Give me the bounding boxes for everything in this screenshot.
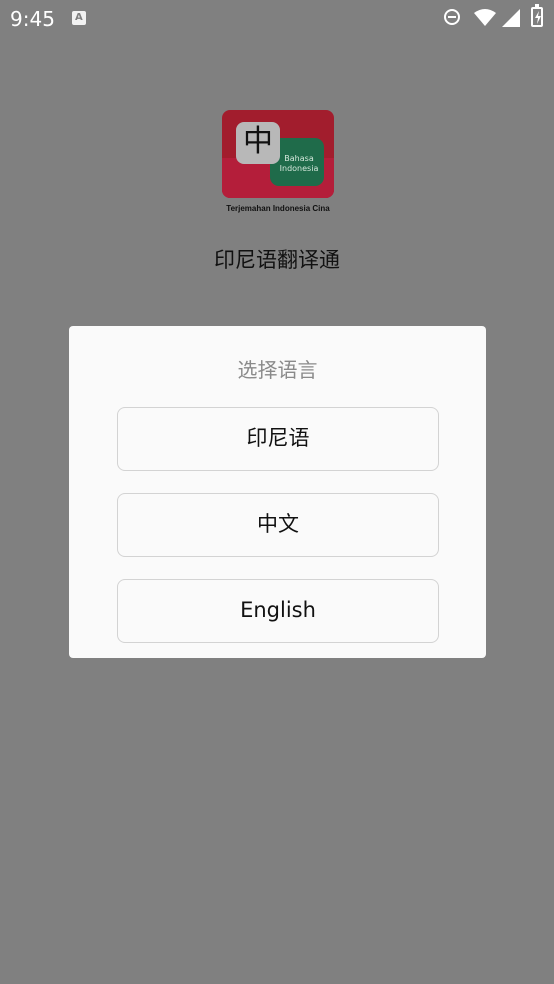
do-not-disturb-icon — [444, 9, 460, 25]
logo-badge-line1: Bahasa — [284, 154, 314, 163]
logo-card: Bahasa Indonesia 中 — [222, 110, 334, 198]
logo-badge-line2: Indonesia — [279, 164, 319, 173]
status-time: 9:45 — [10, 7, 55, 31]
text-a-glyph: A — [75, 12, 83, 23]
logo-caption: Terjemahan Indonesia Cina — [226, 204, 330, 213]
signal-icon — [502, 9, 520, 27]
battery-charging-icon — [531, 4, 543, 27]
logo-chinese-badge: 中 — [236, 122, 280, 164]
language-dialog: 选择语言 印尼语 中文 English — [69, 326, 486, 658]
dialog-title: 选择语言 — [237, 358, 318, 382]
logo-badge-text: Bahasa Indonesia — [276, 154, 322, 174]
status-bar: 9:45 A — [0, 0, 554, 38]
text-a-icon: A — [72, 11, 86, 25]
language-option-chinese[interactable]: 中文 — [117, 493, 439, 557]
app-logo: Bahasa Indonesia 中 Terjemahan Indonesia … — [222, 110, 334, 214]
wifi-icon — [474, 9, 496, 26]
language-option-indonesian[interactable]: 印尼语 — [117, 407, 439, 471]
app-title: 印尼语翻译通 — [214, 248, 340, 272]
language-option-english[interactable]: English — [117, 579, 439, 643]
charging-bolt-icon — [535, 11, 541, 24]
